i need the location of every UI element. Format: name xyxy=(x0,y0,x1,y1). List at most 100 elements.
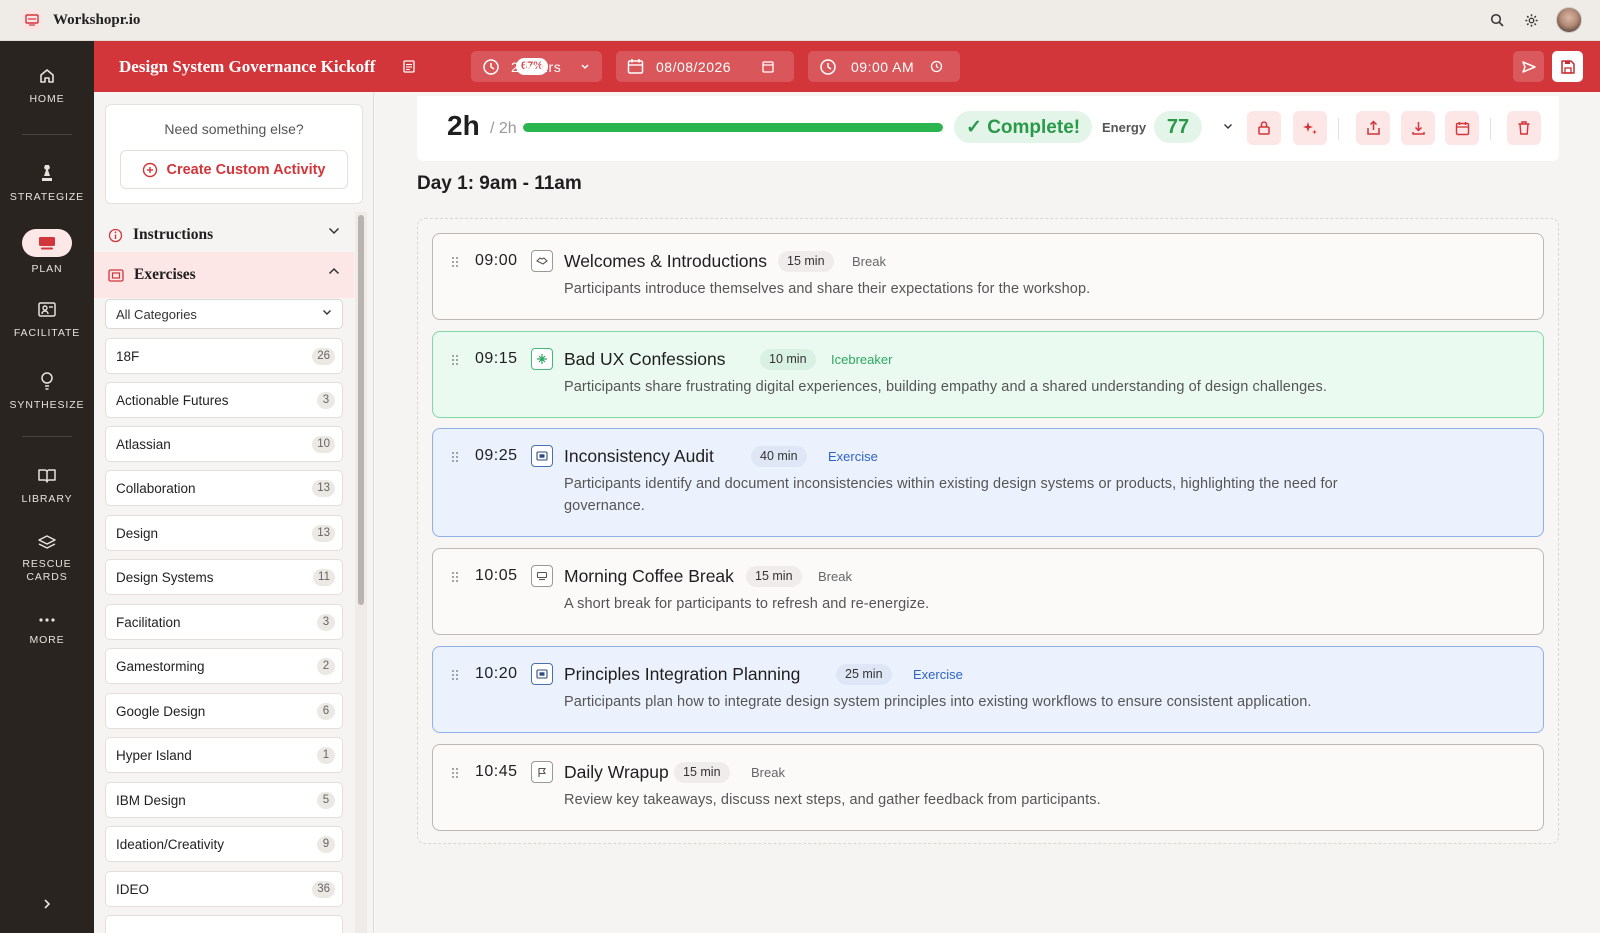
activity-card[interactable]: 09:25 Inconsistency Audit 40 min Exercis… xyxy=(432,428,1544,537)
category-item[interactable]: 18F 26 xyxy=(105,338,343,374)
plan-icon xyxy=(39,237,55,250)
category-item[interactable]: Gamestorming 2 xyxy=(105,648,343,684)
duration-progress-fill xyxy=(523,123,943,132)
need-something-text: Need something else? xyxy=(164,121,304,137)
flag-icon xyxy=(531,761,553,783)
category-item[interactable]: Hyper Island 1 xyxy=(105,737,343,773)
energy-chevron-down-icon[interactable] xyxy=(1223,123,1233,130)
activity-title: Morning Coffee Break xyxy=(564,566,734,586)
category-count-badge: 10 xyxy=(312,436,335,453)
calendar-export-button[interactable] xyxy=(1445,111,1479,145)
exercises-label: Exercises xyxy=(134,266,196,283)
category-select[interactable]: All Categories xyxy=(105,299,343,329)
energy-score: 77 xyxy=(1154,111,1202,143)
activity-time: 10:45 xyxy=(475,763,518,780)
activity-card[interactable]: 10:20 Principles Integration Planning 25… xyxy=(432,646,1544,733)
lock-button[interactable] xyxy=(1247,111,1281,145)
duration-select[interactable]: 2 hours xyxy=(471,51,602,82)
category-item[interactable]: Design Systems 11 xyxy=(105,559,343,595)
activity-type-label: Icebreaker xyxy=(831,352,893,367)
category-item[interactable]: Atlassian 10 xyxy=(105,426,343,462)
category-name: IDEO xyxy=(116,881,150,897)
gear-icon[interactable] xyxy=(1522,11,1540,29)
date-picker[interactable]: 08/08/2026 xyxy=(616,51,794,82)
category-name: Design Systems xyxy=(116,569,214,585)
lightbulb-icon xyxy=(41,372,53,390)
activity-description: Participants introduce themselves and sh… xyxy=(564,281,1091,297)
category-item[interactable]: IDEO 36 xyxy=(105,871,343,907)
activity-card[interactable]: 10:05 Morning Coffee Break 15 min Break … xyxy=(432,548,1544,635)
activity-time: 10:20 xyxy=(475,665,518,682)
category-count-badge: 13 xyxy=(312,480,335,497)
rail-label-synthesize: SYNTHESIZE xyxy=(9,399,85,411)
workshop-title[interactable]: Design System Governance Kickoff xyxy=(119,57,375,77)
activity-description: Participants plan how to integrate desig… xyxy=(564,694,1312,710)
present-button[interactable] xyxy=(1513,51,1544,82)
rail-item-plan[interactable]: PLAN xyxy=(0,229,94,276)
avatar[interactable] xyxy=(1556,7,1582,33)
top-bar: Workshopr.io xyxy=(0,0,1600,41)
activity-time: 09:00 xyxy=(475,252,518,269)
category-item[interactable]: Design 13 xyxy=(105,515,343,551)
chevron-up-icon xyxy=(328,267,340,275)
rail-item-library[interactable]: LIBRARY xyxy=(0,467,94,506)
category-item[interactable] xyxy=(105,915,343,933)
drag-handle-icon[interactable] xyxy=(451,354,459,366)
target-duration: / 2h xyxy=(490,120,517,137)
create-custom-activity-button[interactable]: Create Custom Activity xyxy=(120,150,348,189)
activity-duration-badge: 15 min xyxy=(778,251,834,272)
share-button[interactable] xyxy=(1356,111,1390,145)
activity-card[interactable]: 10:45 Daily Wrapup 15 min Break Review k… xyxy=(432,744,1544,831)
time-picker[interactable]: 09:00 AM xyxy=(808,51,960,82)
custom-activity-box: Need something else? Create Custom Activ… xyxy=(105,104,363,204)
activity-title: Daily Wrapup xyxy=(564,762,669,782)
toolbar-divider xyxy=(1490,118,1491,140)
activity-card[interactable]: 09:15 Bad UX Confessions 10 min Icebreak… xyxy=(432,331,1544,418)
drag-handle-icon[interactable] xyxy=(451,571,459,583)
activity-card[interactable]: 09:00 Welcomes & Introductions 15 min Br… xyxy=(432,233,1544,320)
chess-piece-icon xyxy=(42,165,52,181)
category-name: Design xyxy=(116,525,159,541)
category-item[interactable]: Google Design 6 xyxy=(105,693,343,729)
delete-button[interactable] xyxy=(1507,111,1541,145)
category-item[interactable]: IBM Design 5 xyxy=(105,782,343,818)
category-item[interactable]: Ideation/Creativity 9 xyxy=(105,826,343,862)
category-count-badge: 13 xyxy=(312,525,335,542)
drag-handle-icon[interactable] xyxy=(451,767,459,779)
rail-item-home[interactable]: HOME xyxy=(0,67,94,106)
expand-rail-chevron-icon[interactable] xyxy=(42,898,52,910)
category-item[interactable]: Collaboration 13 xyxy=(105,470,343,506)
rail-item-strategize[interactable]: STRATEGIZE xyxy=(0,163,94,204)
ai-generate-button[interactable] xyxy=(1293,111,1327,145)
energy-label: Energy xyxy=(1102,120,1147,135)
category-count-badge: 6 xyxy=(317,703,335,720)
more-dots-icon xyxy=(39,618,55,622)
category-name: Collaboration xyxy=(116,480,196,496)
activity-description: A short break for participants to refres… xyxy=(564,596,930,612)
drag-handle-icon[interactable] xyxy=(451,669,459,681)
rail-item-more[interactable]: MORE xyxy=(0,617,94,647)
rail-item-rescue-cards[interactable]: RESCUE CARDS xyxy=(0,534,94,584)
search-icon[interactable] xyxy=(1488,11,1506,29)
download-button[interactable] xyxy=(1401,111,1435,145)
panel-scrollbar-thumb[interactable] xyxy=(358,215,364,605)
category-count-badge: 26 xyxy=(312,348,335,365)
category-item[interactable]: Actionable Futures 3 xyxy=(105,382,343,418)
rail-item-facilitate[interactable]: FACILITATE xyxy=(0,301,94,340)
category-select-value: All Categories xyxy=(116,306,197,322)
rail-item-synthesize[interactable]: SYNTHESIZE xyxy=(0,371,94,412)
activity-duration-badge: 40 min xyxy=(751,446,807,467)
category-name: 18F xyxy=(116,348,140,364)
activity-duration-badge: 25 min xyxy=(836,664,892,685)
category-item[interactable]: Facilitation 3 xyxy=(105,604,343,640)
presenter-icon xyxy=(38,302,56,317)
exercises-accordion[interactable]: Exercises xyxy=(94,252,354,298)
category-name: IBM Design xyxy=(116,792,186,808)
toolbar-divider xyxy=(1338,118,1339,140)
drag-handle-icon[interactable] xyxy=(451,451,459,463)
drag-handle-icon[interactable] xyxy=(451,256,459,268)
activity-title: Principles Integration Planning xyxy=(564,664,801,684)
activity-description: Participants share frustrating digital e… xyxy=(564,379,1327,395)
activity-type-label: Break xyxy=(852,254,886,269)
save-button[interactable] xyxy=(1552,51,1583,82)
